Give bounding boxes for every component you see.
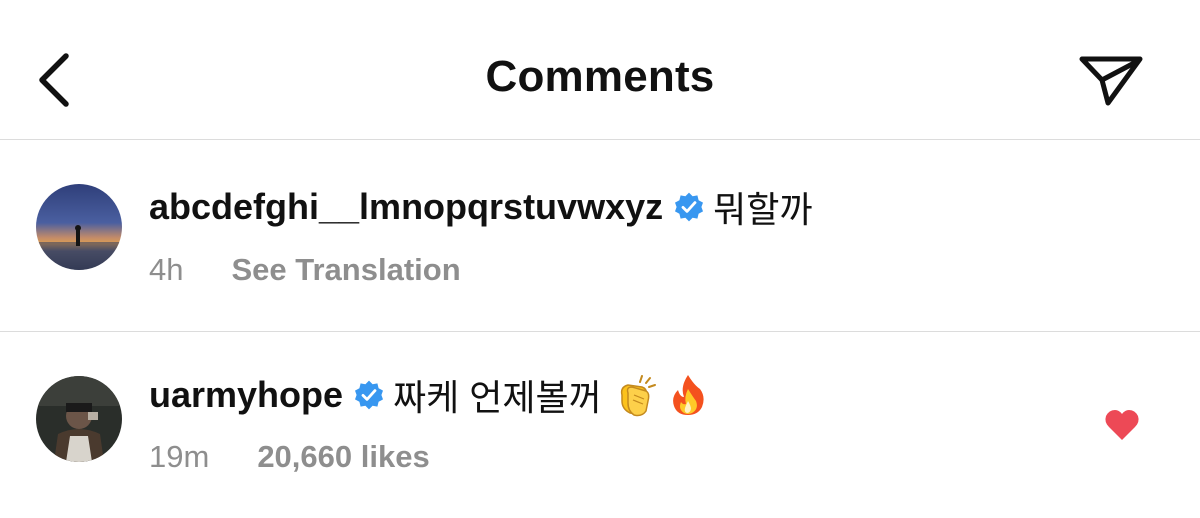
avatar[interactable]: [36, 376, 122, 462]
comment-line: abcdefghi__lmnopqrstuvwxyz 뭐할까: [149, 182, 812, 232]
comment-meta: 4h See Translation: [149, 252, 461, 288]
comment-time: 4h: [149, 252, 184, 287]
username[interactable]: uarmyhope: [149, 374, 343, 416]
heart-icon: [1105, 410, 1139, 440]
page-title: Comments: [485, 52, 715, 101]
comment-time: 19m: [149, 439, 210, 474]
comment-text: 짜케 언제볼꺼: [393, 377, 602, 418]
comment-line: uarmyhope 짜케 언제볼꺼: [149, 370, 708, 420]
comment-text: 뭐할까: [713, 189, 813, 230]
see-translation-button[interactable]: See Translation: [231, 252, 460, 288]
like-button[interactable]: [1104, 409, 1140, 441]
sunset-photo-avatar: [36, 184, 122, 270]
person-photo-avatar: [36, 376, 122, 462]
share-button[interactable]: [1074, 50, 1146, 110]
fire-emoji: [668, 373, 708, 417]
likes-count[interactable]: 20,660 likes: [257, 439, 429, 475]
clapping-hands-emoji: [616, 373, 660, 417]
username[interactable]: abcdefghi__lmnopqrstuvwxyz: [149, 186, 663, 228]
verified-badge-icon: [675, 192, 704, 222]
header: Comments: [0, 0, 1200, 140]
comment-item: abcdefghi__lmnopqrstuvwxyz 뭐할까 4h See Tr…: [0, 140, 1200, 332]
comment-meta: 19m 20,660 likes: [149, 439, 430, 475]
paper-plane-icon: [1079, 56, 1143, 106]
avatar[interactable]: [36, 184, 122, 270]
comment-item: uarmyhope 짜케 언제볼꺼 19m 20,660 likes: [0, 333, 1200, 518]
verified-badge-icon: [355, 380, 384, 410]
